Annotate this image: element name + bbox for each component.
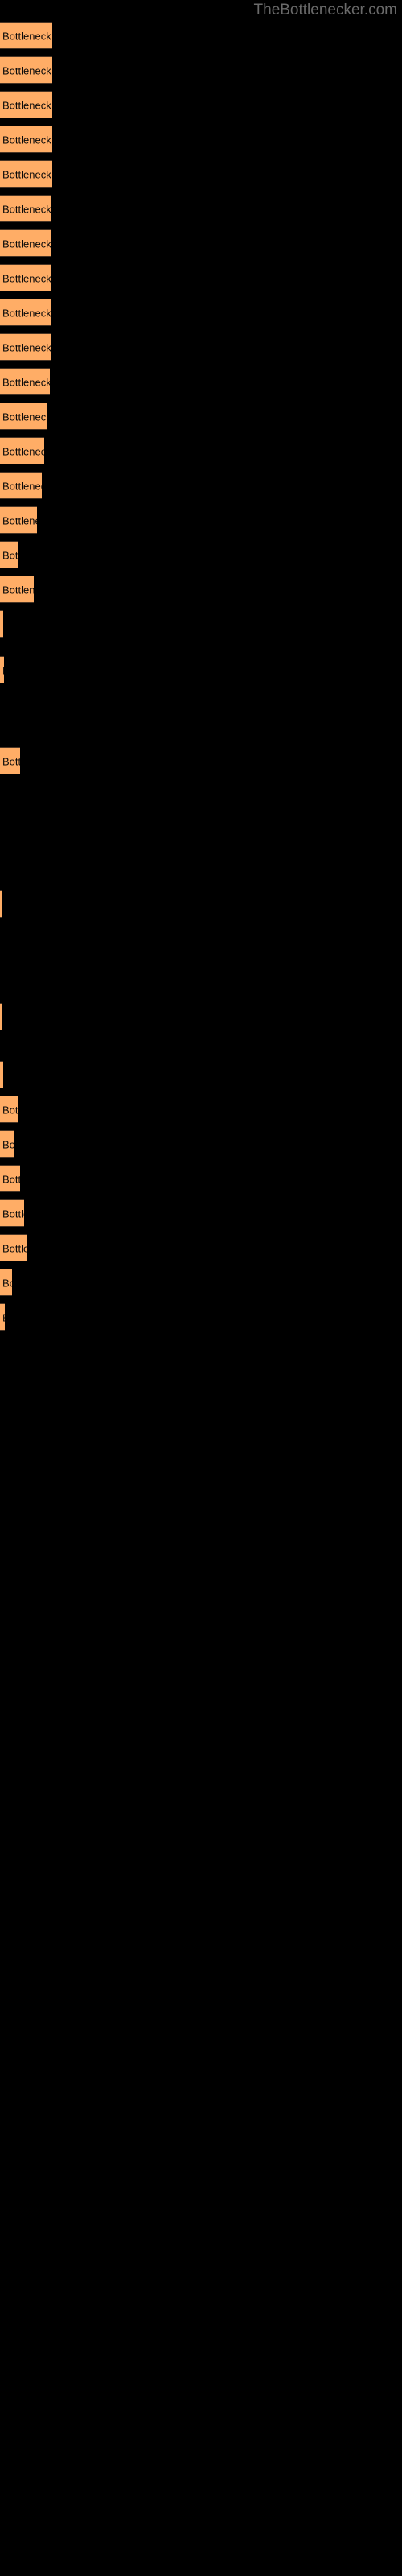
- bar-label-clip: Bottleneck result 7: [0, 230, 51, 258]
- bar-label-clip: Bottleneck result 6: [0, 196, 51, 223]
- bar-8[interactable]: Bottleneck result 8: [0, 264, 51, 291]
- bar-13[interactable]: Bottleneck result 13: [0, 437, 44, 464]
- bar-10[interactable]: Bottleneck result 10: [0, 333, 51, 361]
- bar-label: Bottleneck result 13: [2, 445, 44, 458]
- bar-label: Bottleneck result 7: [2, 237, 51, 250]
- bar-21[interactable]: Bottleneck result 21: [0, 890, 2, 918]
- bar-label-clip: Bottleneck result 13: [0, 438, 44, 465]
- bar-label-clip: Bottleneck result 27: [0, 1200, 24, 1228]
- bar-series-layer: Bottleneck result 1 Bottleneck result 2 Bo…: [0, 0, 402, 2576]
- bar-label-clip: Bottleneck result 19: [0, 657, 4, 684]
- bar-22[interactable]: Bottleneck result 22: [0, 1003, 2, 1030]
- bar-label: Bottleneck result 29: [2, 1277, 12, 1290]
- bar-label-clip: Bottleneck result 25: [0, 1131, 14, 1158]
- bar-label: Bottleneck result 2: [2, 64, 52, 77]
- bar-label-clip: Bottleneck result 22: [0, 1004, 2, 1031]
- bar-label-clip: Bottleneck result 17: [0, 576, 34, 604]
- bar-28[interactable]: Bottleneck result 28: [0, 1234, 27, 1261]
- bar-label: Bottleneck result 4: [2, 134, 52, 147]
- bar-25[interactable]: Bottleneck result 25: [0, 1130, 14, 1158]
- bar-label: Bottleneck result 28: [2, 1242, 27, 1255]
- bar-label: Bottleneck result 25: [2, 1138, 14, 1151]
- bar-label: Bottleneck result 11: [2, 376, 50, 389]
- bar-label-clip: Bottleneck result 8: [0, 265, 51, 292]
- bar-1[interactable]: Bottleneck result 1: [0, 22, 52, 49]
- bar-label-clip: Bottleneck result 28: [0, 1235, 27, 1262]
- bar-17[interactable]: Bottleneck result 17: [0, 576, 34, 603]
- bar-label-clip: Bottleneck result 12: [0, 403, 47, 431]
- bar-18[interactable]: Bottleneck result 18: [0, 610, 3, 638]
- bar-3[interactable]: Bottleneck result 3: [0, 91, 52, 118]
- bar-27[interactable]: Bottleneck result 27: [0, 1199, 24, 1227]
- bar-19[interactable]: Bottleneck result 19: [0, 656, 4, 683]
- bar-14[interactable]: Bottleneck result 14: [0, 472, 42, 499]
- bar-label: Bottleneck result 15: [2, 514, 37, 527]
- bar-label: Bottleneck result 30: [2, 1313, 5, 1323]
- bar-label-clip: Bottleneck result 24: [0, 1096, 18, 1124]
- bar-label: Bottleneck result 3: [2, 99, 52, 112]
- bar-9[interactable]: Bottleneck result 9: [0, 299, 51, 326]
- bar-label-clip: Bottleneck result 1: [0, 23, 52, 50]
- bar-12[interactable]: Bottleneck result 12: [0, 402, 47, 430]
- bar-29[interactable]: Bottleneck result 29: [0, 1269, 12, 1296]
- bar-label: Bottleneck result 16: [2, 549, 18, 562]
- bar-20[interactable]: Bottleneck result 20: [0, 747, 20, 774]
- bar-label-clip: Bottleneck result 11: [0, 369, 50, 396]
- bar-2[interactable]: Bottleneck result 2: [0, 56, 52, 84]
- bar-label-clip: Bottleneck result 3: [0, 92, 52, 119]
- bar-label: Bottleneck result 20: [2, 755, 20, 768]
- bar-label: Bottleneck result 23: [2, 1071, 3, 1081]
- bar-label: Bottleneck result 1: [2, 30, 52, 43]
- bar-26[interactable]: Bottleneck result 26: [0, 1165, 20, 1192]
- bar-label-clip: Bottleneck result 30: [0, 1304, 5, 1331]
- bar-24[interactable]: Bottleneck result 24: [0, 1096, 18, 1123]
- bar-7[interactable]: Bottleneck result 7: [0, 229, 51, 257]
- bar-label-clip: Bottleneck result 26: [0, 1166, 20, 1193]
- bar-label: Bottleneck result 12: [2, 411, 47, 423]
- bar-label-clip: Bottleneck result 21: [0, 891, 2, 919]
- bar-label-clip: Bottleneck result 14: [0, 473, 42, 500]
- bar-label-clip: Bottleneck result 15: [0, 507, 37, 535]
- bar-label-clip: Bottleneck result 4: [0, 126, 52, 154]
- bar-15[interactable]: Bottleneck result 15: [0, 506, 37, 534]
- bottleneck-bar-chart: TheBottlenecker.com Bottleneck result 1B…: [0, 0, 402, 2576]
- bar-label: Bottleneck result 27: [2, 1208, 24, 1220]
- bar-5[interactable]: Bottleneck result 5: [0, 160, 52, 188]
- bar-label-clip: Bottleneck result 9: [0, 299, 51, 327]
- bar-label-clip: Bottleneck result 2: [0, 57, 52, 85]
- bar-label-clip: Bottleneck result 23: [0, 1062, 3, 1089]
- bar-label: Bottleneck result 9: [2, 307, 51, 320]
- bar-label: Bottleneck result 17: [2, 584, 34, 597]
- bar-label-clip: Bottleneck result 10: [0, 334, 51, 361]
- bar-label: Bottleneck result 14: [2, 480, 42, 493]
- bar-label-clip: Bottleneck result 5: [0, 161, 52, 188]
- bar-label: Bottleneck result 19: [2, 666, 4, 676]
- bar-label-clip: Bottleneck result 20: [0, 748, 20, 775]
- bar-11[interactable]: Bottleneck result 11: [0, 368, 50, 395]
- bar-label: Bottleneck result 18: [2, 620, 3, 630]
- bar-label-clip: Bottleneck result 18: [0, 611, 3, 638]
- bar-30[interactable]: Bottleneck result 30: [0, 1303, 5, 1331]
- bar-label: Bottleneck result 5: [2, 168, 52, 181]
- bar-label: Bottleneck result 26: [2, 1173, 20, 1186]
- bar-label: Bottleneck result 24: [2, 1104, 18, 1117]
- bar-label-clip: Bottleneck result 29: [0, 1269, 12, 1297]
- bar-23[interactable]: Bottleneck result 23: [0, 1061, 3, 1088]
- bar-label: Bottleneck result 8: [2, 272, 51, 285]
- bar-label: Bottleneck result 10: [2, 341, 51, 354]
- bar-16[interactable]: Bottleneck result 16: [0, 541, 18, 568]
- bar-6[interactable]: Bottleneck result 6: [0, 195, 51, 222]
- bar-label: Bottleneck result 6: [2, 203, 51, 216]
- bar-label-clip: Bottleneck result 16: [0, 542, 18, 569]
- bar-4[interactable]: Bottleneck result 4: [0, 126, 52, 153]
